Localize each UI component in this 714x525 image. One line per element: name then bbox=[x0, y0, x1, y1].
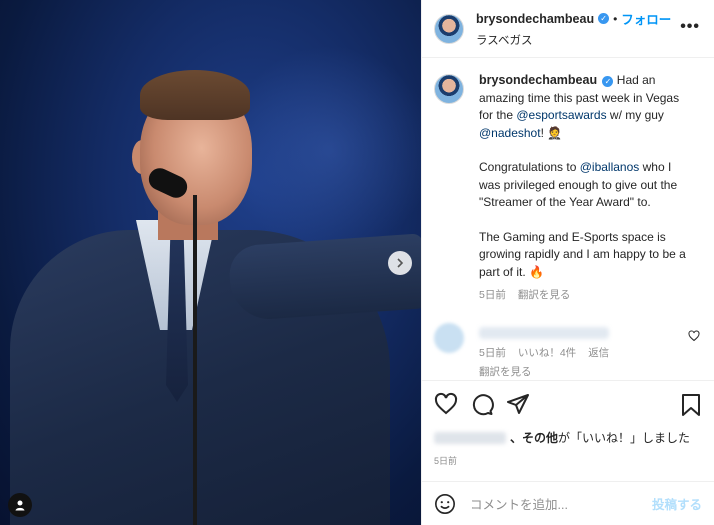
comment-likes[interactable]: いいね！4件 bbox=[518, 345, 576, 360]
post-photo[interactable] bbox=[0, 0, 421, 525]
suit-arm bbox=[227, 233, 421, 322]
likes-summary[interactable]: 、その他 が「いいね！」しました bbox=[434, 429, 702, 446]
chevron-right-icon bbox=[397, 258, 404, 268]
translate-link[interactable]: 翻訳を見る bbox=[479, 364, 609, 379]
post-header: brysondechambeau ✓ • フォロー ラスベガス ••• bbox=[422, 0, 714, 58]
caption-avatar[interactable] bbox=[434, 74, 464, 104]
comment-body: 5日前 いいね！4件 返信 翻訳を見る bbox=[479, 323, 609, 379]
post-sidebar: brysondechambeau ✓ • フォロー ラスベガス ••• brys… bbox=[421, 0, 714, 525]
caption-time[interactable]: 5日前 bbox=[479, 287, 506, 305]
add-comment-bar: コメントを追加... 投稿する bbox=[422, 481, 714, 525]
likes-suffix: が「いいね！」しました bbox=[558, 431, 691, 445]
action-bar: 、その他 が「いいね！」しました 5日前 コメントを追加... 投稿する bbox=[422, 380, 714, 525]
reply-button[interactable]: 返信 bbox=[588, 345, 609, 360]
instagram-post: brysondechambeau ✓ • フォロー ラスベガス ••• brys… bbox=[0, 0, 714, 525]
tagged-users-button[interactable] bbox=[8, 493, 32, 517]
more-options-button[interactable]: ••• bbox=[680, 18, 700, 36]
follow-button[interactable]: フォロー bbox=[621, 9, 671, 28]
verified-badge-icon: ✓ bbox=[598, 13, 610, 24]
user-icon bbox=[15, 500, 25, 511]
caption-body: brysondechambeau ✓ Had an amazing time t… bbox=[479, 72, 694, 305]
comment-avatar[interactable] bbox=[434, 322, 464, 353]
hair bbox=[140, 70, 250, 120]
caption-text: ! 🤵 bbox=[540, 125, 563, 140]
mic-stand bbox=[193, 195, 197, 525]
caption-text: Congratulations to bbox=[479, 160, 580, 174]
header-line: brysondechambeau ✓ • フォロー bbox=[476, 9, 671, 28]
stage-light bbox=[230, 40, 421, 260]
comment-input[interactable]: コメントを追加... bbox=[470, 494, 652, 513]
liked-by-blurred bbox=[434, 431, 506, 444]
smiley-icon[interactable] bbox=[434, 493, 456, 515]
comment-item: 5日前 いいね！4件 返信 翻訳を見る bbox=[434, 322, 702, 379]
comment-time[interactable]: 5日前 bbox=[479, 345, 506, 360]
header-meta: brysondechambeau ✓ • フォロー ラスベガス bbox=[476, 9, 671, 48]
mention-link[interactable]: @iballanos bbox=[580, 160, 640, 174]
caption: brysondechambeau ✓ Had an amazing time t… bbox=[434, 72, 702, 305]
caption-paragraph-2: Congratulations to @iballanos who I was … bbox=[479, 159, 694, 212]
caption-meta: 5日前 翻訳を見る bbox=[479, 287, 694, 305]
comments-section: brysondechambeau ✓ Had an amazing time t… bbox=[422, 58, 714, 380]
heart-icon[interactable] bbox=[434, 392, 458, 416]
translate-link[interactable]: 翻訳を見る bbox=[518, 287, 571, 305]
mention-link[interactable]: @esportsawards bbox=[516, 108, 606, 122]
icon-row bbox=[434, 391, 702, 417]
separator-dot: • bbox=[613, 11, 618, 26]
post-comment-button[interactable]: 投稿する bbox=[652, 494, 702, 513]
heart-icon[interactable] bbox=[688, 329, 700, 342]
post-time[interactable]: 5日前 bbox=[434, 454, 702, 467]
bookmark-icon[interactable] bbox=[680, 393, 702, 417]
location-link[interactable]: ラスベガス bbox=[476, 32, 671, 48]
caption-text: w/ my guy bbox=[606, 108, 664, 122]
caption-paragraph-1: brysondechambeau ✓ Had an amazing time t… bbox=[479, 72, 694, 142]
paper-plane-icon[interactable] bbox=[506, 392, 530, 416]
mention-link[interactable]: @nadeshot bbox=[479, 126, 541, 140]
next-image-button[interactable] bbox=[388, 251, 412, 275]
avatar[interactable] bbox=[434, 13, 464, 44]
likes-others: 、その他 bbox=[510, 431, 559, 445]
caption-text: The Gaming and E-Sports space is growing… bbox=[479, 229, 686, 279]
caption-username[interactable]: brysondechambeau bbox=[479, 73, 597, 87]
verified-badge-icon: ✓ bbox=[602, 76, 614, 88]
header-username[interactable]: brysondechambeau bbox=[476, 12, 594, 26]
comment-text-blurred bbox=[479, 326, 609, 339]
comment-icon[interactable] bbox=[470, 392, 494, 416]
comment-meta: 5日前 いいね！4件 返信 bbox=[479, 345, 609, 360]
caption-paragraph-3: The Gaming and E-Sports space is growing… bbox=[479, 229, 694, 282]
